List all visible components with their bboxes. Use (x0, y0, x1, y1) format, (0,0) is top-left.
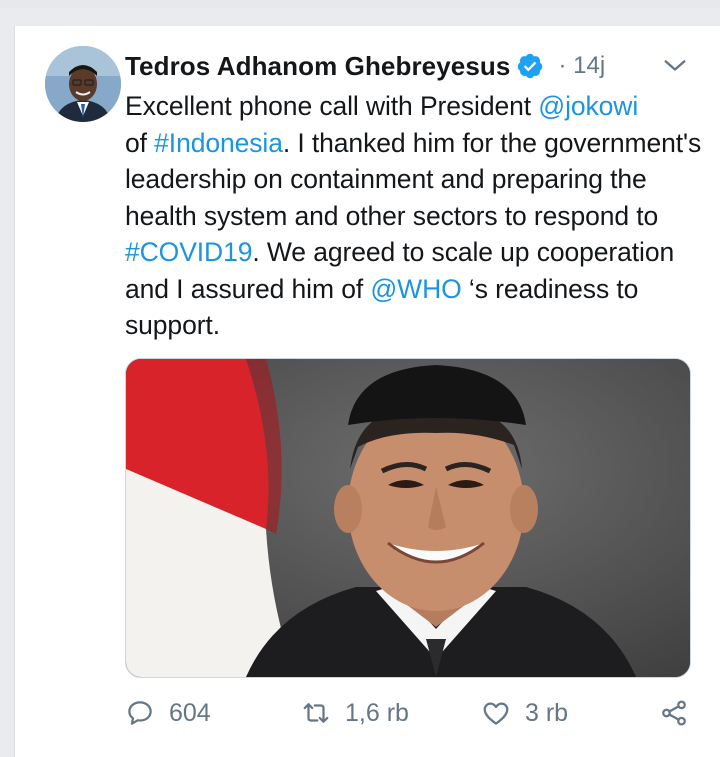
retweet-count: 1,6 rb (345, 698, 409, 727)
share-icon (662, 700, 686, 726)
author-avatar[interactable] (45, 46, 121, 122)
tweet-header: Tedros Adhanom Ghebreyesus · 14j (125, 46, 695, 86)
tweet-actions: 604 1,6 rb 3 rb (125, 691, 699, 735)
verified-badge-icon (518, 53, 543, 79)
retweet-icon (303, 703, 329, 723)
author-name[interactable]: Tedros Adhanom Ghebreyesus (125, 51, 510, 82)
mention-who-link[interactable]: @WHO (370, 274, 461, 304)
tweet-timestamp[interactable]: · 14j (558, 52, 605, 80)
chevron-down-icon[interactable] (661, 52, 689, 80)
tweet-text-segment: Excellent phone call with President (125, 91, 539, 121)
like-count: 3 rb (525, 698, 569, 727)
hashtag-indonesia-link[interactable]: #Indonesia (154, 128, 283, 158)
reply-count: 604 (169, 698, 211, 727)
tweet-card[interactable]: Tedros Adhanom Ghebreyesus · 14j Excelle… (14, 26, 720, 757)
heart-icon (483, 702, 509, 725)
retweet-button[interactable]: 1,6 rb (301, 691, 409, 735)
tweet-text: Excellent phone call with President @jok… (125, 88, 705, 344)
like-button[interactable]: 3 rb (481, 691, 568, 735)
top-divider (0, 0, 720, 8)
reply-button[interactable]: 604 (125, 691, 211, 735)
reply-icon (128, 701, 152, 725)
tweet-text-segment: of (125, 127, 155, 158)
tweet-photo[interactable] (125, 358, 691, 678)
share-button[interactable] (659, 691, 703, 735)
hashtag-covid19-link[interactable]: #COVID19 (125, 237, 252, 267)
mention-jokowi-link[interactable]: @jokowi (538, 91, 638, 121)
